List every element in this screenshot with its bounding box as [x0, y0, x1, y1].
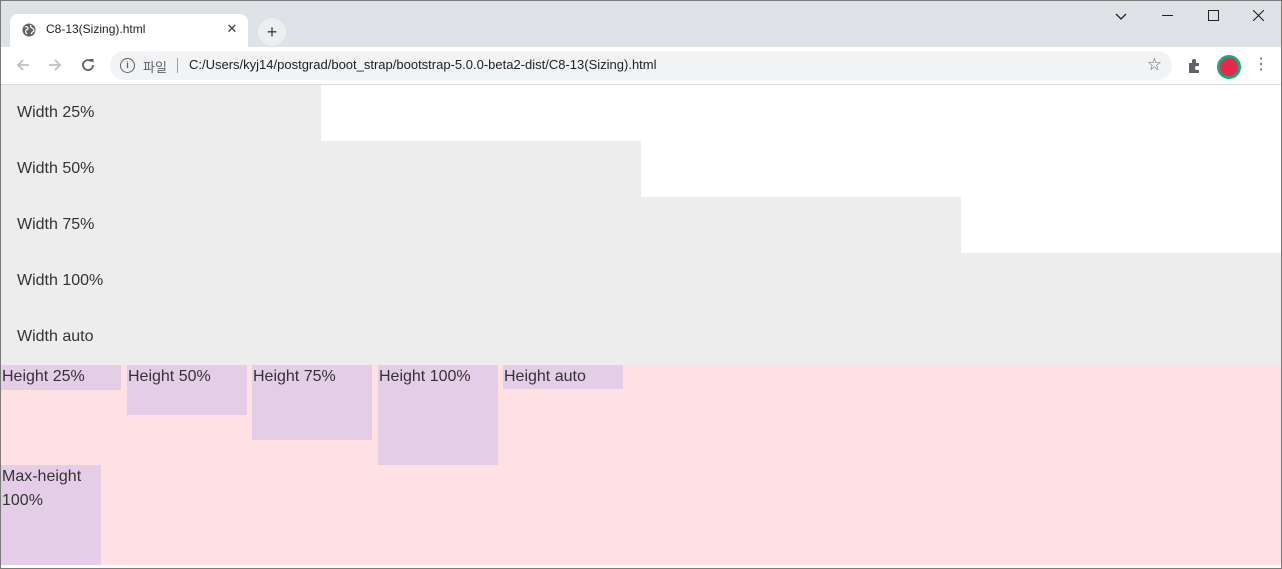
puzzle-extension-icon[interactable] [1185, 56, 1205, 76]
width-bars-section: Width 25% Width 50% Width 75% Width 100%… [1, 85, 1281, 365]
reload-button[interactable] [76, 53, 100, 77]
width-bar-label: Width 25% [17, 104, 95, 121]
max-height-box: Max-height 100% [1, 465, 101, 565]
width-bar-75: Width 75% [1, 197, 961, 253]
maximize-button[interactable] [1190, 1, 1236, 31]
width-bar-25: Width 25% [1, 85, 321, 141]
width-bar-label: Width 100% [17, 272, 104, 289]
max-height-label-line2: 100% [2, 492, 43, 509]
bookmark-star-icon[interactable]: ☆ [1147, 55, 1162, 75]
address-bar[interactable]: i 파일 C:/Users/kyj14/postgrad/boot_strap/… [110, 51, 1172, 80]
height-section: Height 25% Height 50% Height 75% Height … [1, 365, 1281, 465]
width-bar-50: Width 50% [1, 141, 641, 197]
browser-tab[interactable]: C8-13(Sizing).html ✕ [10, 14, 248, 47]
maximize-icon [1207, 10, 1219, 21]
tab-title: C8-13(Sizing).html [46, 22, 146, 36]
tab-search-button[interactable] [1098, 1, 1144, 31]
url-text[interactable]: C:/Users/kyj14/postgrad/boot_strap/boots… [189, 57, 657, 72]
close-icon [1252, 9, 1264, 22]
browser-toolbar: i 파일 C:/Users/kyj14/postgrad/boot_strap/… [1, 47, 1281, 85]
close-window-button[interactable] [1235, 1, 1281, 31]
width-bar-auto: Width auto [1, 309, 1281, 365]
width-bar-label: Width auto [17, 328, 94, 345]
arrow-left-icon [16, 59, 29, 71]
height-box-auto: Height auto [503, 365, 623, 389]
plus-icon: + [266, 22, 278, 42]
width-bar-label: Width 50% [17, 160, 95, 177]
height-box-label: Height 25% [2, 368, 85, 385]
arrow-right-icon [49, 59, 62, 71]
max-height-label-line1: Max-height [2, 468, 82, 485]
back-button[interactable] [11, 53, 35, 77]
minimize-button[interactable] [1144, 1, 1190, 31]
menu-kebab-icon[interactable]: ⋮ [1251, 54, 1271, 76]
max-height-section: Max-height 100% [1, 465, 1281, 565]
height-box-label: Height 50% [128, 368, 211, 385]
height-box-25: Height 25% [1, 365, 121, 390]
profile-avatar[interactable] [1217, 55, 1241, 79]
omnibox-separator [177, 58, 178, 73]
forward-button[interactable] [43, 53, 67, 77]
new-tab-button[interactable]: + [258, 18, 286, 46]
width-bar-label: Width 75% [17, 216, 95, 233]
height-box-label: Height 75% [253, 368, 336, 385]
tab-strip: C8-13(Sizing).html ✕ + [1, 1, 1281, 47]
reload-icon [82, 59, 94, 71]
height-box-label: Height 100% [379, 368, 471, 385]
height-box-50: Height 50% [127, 365, 247, 415]
info-icon[interactable]: i [120, 58, 135, 73]
browser-window: C8-13(Sizing).html ✕ + i 파일 C:/Users/kyj… [0, 0, 1282, 569]
chevron-down-icon [1115, 13, 1127, 20]
globe-icon [22, 23, 36, 37]
height-box-75: Height 75% [252, 365, 372, 440]
height-box-label: Height auto [504, 368, 586, 385]
minimize-icon [1161, 15, 1173, 16]
page-content: Width 25% Width 50% Width 75% Width 100%… [1, 85, 1281, 568]
file-scheme-label: 파일 [143, 60, 167, 75]
width-bar-100: Width 100% [1, 253, 1281, 309]
tab-close-icon[interactable]: ✕ [224, 21, 240, 37]
height-box-100: Height 100% [378, 365, 498, 465]
